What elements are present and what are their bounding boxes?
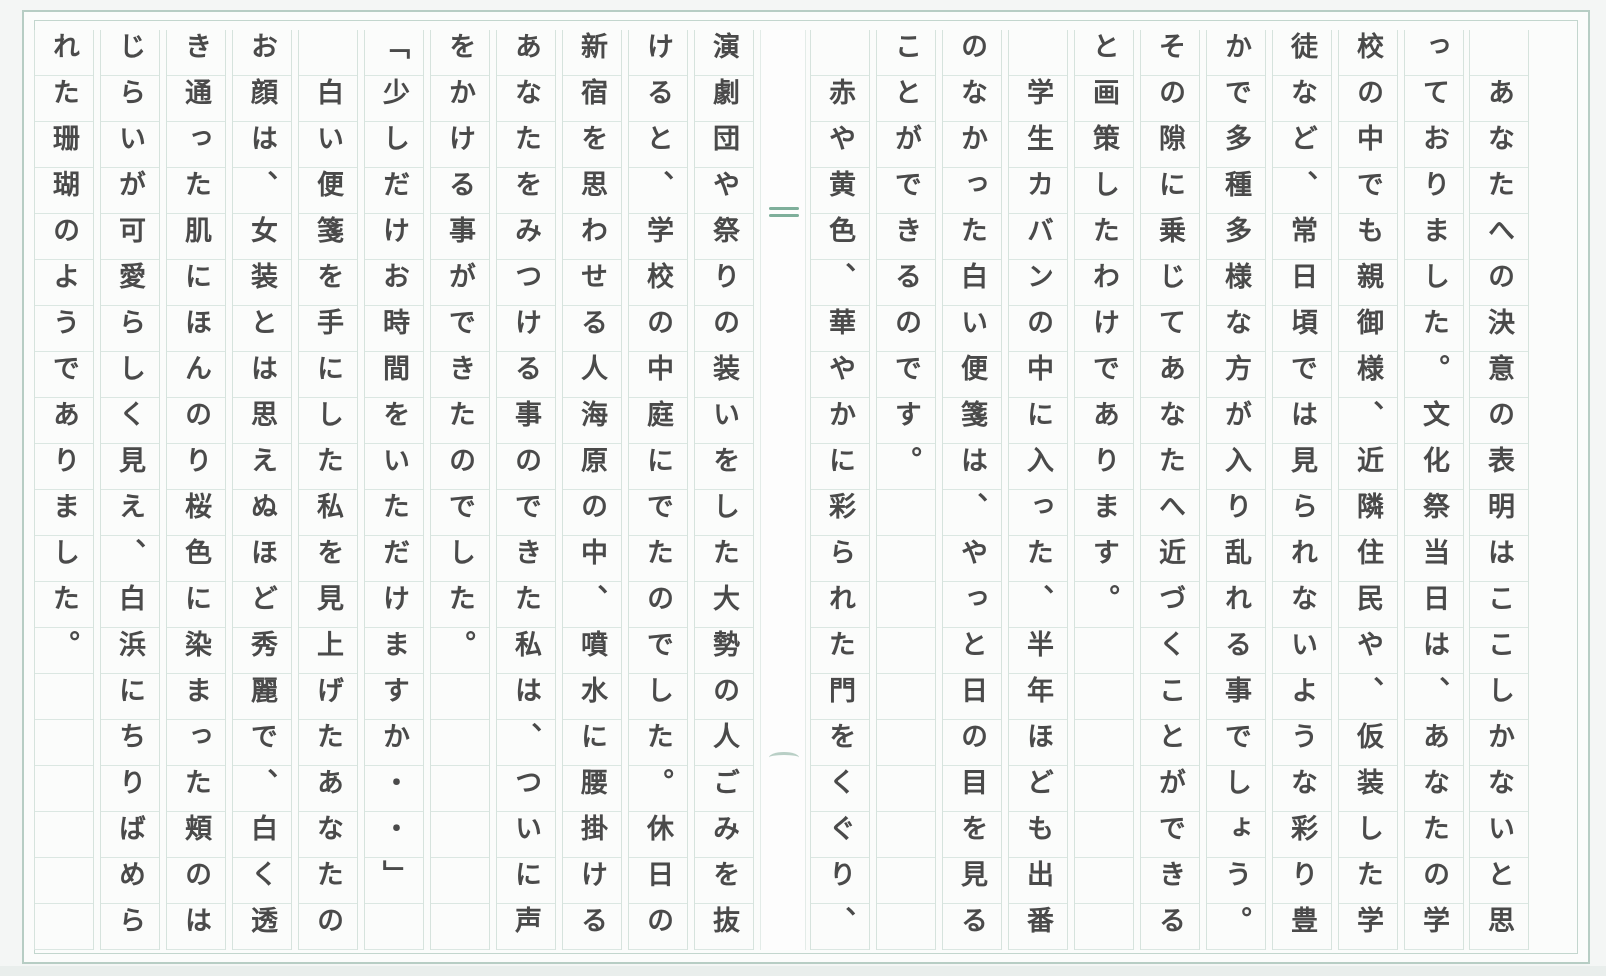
manuscript-paper: あなたへの決意の表明はここしかないと思 っておりました。文化祭当日は、あなたの学… (22, 10, 1590, 964)
column-text: かで多種多様な方が入り乱れる事でしょう。 (1220, 32, 1251, 952)
column-text: 徒など、常日頃では見られないような彩り豊 (1286, 32, 1317, 952)
manuscript-column: っておりました。文化祭当日は、あなたの学 (1404, 30, 1464, 952)
page-shadow (0, 966, 1606, 976)
column-text: 校の中でも親御様、近隣住民や、仮装した学 (1352, 32, 1383, 952)
manuscript-column: のなかった白い便箋は、やっと日の目を見る (942, 30, 1002, 952)
manuscript-column: 赤や黄色、華やかに彩られた門をくぐり、 (810, 30, 870, 952)
manuscript-column: あなたをみつける事のできた私は、ついに声 (496, 30, 556, 952)
column-text: と画策したわけであります。 (1088, 32, 1119, 630)
manuscript-column: 校の中でも親御様、近隣住民や、仮装した学 (1338, 30, 1398, 952)
manuscript-column: 徒など、常日頃では見られないような彩り豊 (1272, 30, 1332, 952)
column-text: 「少しだけお時間をいただけますか・・」 (378, 32, 409, 906)
column-text: 新宿を思わせる人海原の中、噴水に腰掛ける (576, 32, 607, 952)
column-text: のなかった白い便箋は、やっと日の目を見る (956, 32, 987, 952)
manuscript-column: 新宿を思わせる人海原の中、噴水に腰掛ける (562, 30, 622, 952)
column-text: 白い便箋を手にした私を見上げたあなたの (312, 32, 343, 952)
column-text: をかける事ができたのでした。 (444, 32, 475, 676)
manuscript-column: をかける事ができたのでした。 (430, 30, 490, 950)
column-text: あなたをみつける事のできた私は、ついに声 (510, 32, 541, 952)
column-text: き通った肌にほんのり桜色に染まった頬のは (180, 32, 211, 952)
column-text: お顔は、女装とは思えぬほど秀麗で、白く透 (246, 32, 277, 952)
manuscript-column: き通った肌にほんのり桜色に染まった頬のは (166, 30, 226, 952)
manuscript-column: その隙に乗じてあなたへ近づくことができる (1140, 30, 1200, 952)
manuscript-column: 演劇団や祭りの装いをした大勢の人ごみを抜 (694, 30, 754, 952)
column-text: あなたへの決意の表明はここしかないと思 (1483, 32, 1514, 952)
manuscript-column: お顔は、女装とは思えぬほど秀麗で、白く透 (232, 30, 292, 952)
manuscript-column: ことができるのです。 (876, 30, 936, 950)
manuscript-column: れた珊瑚のようでありました。 (34, 30, 94, 950)
manuscript-column: けると、学校の中庭にでたのでした。休日の (628, 30, 688, 952)
column-text: けると、学校の中庭にでたのでした。休日の (642, 32, 673, 952)
column-text: 演劇団や祭りの装いをした大勢の人ごみを抜 (708, 32, 739, 952)
column-text: れた珊瑚のようでありました。 (48, 32, 79, 676)
column-text: 赤や黄色、華やかに彩られた門をくぐり、 (824, 32, 855, 952)
fold-mark (769, 214, 799, 217)
manuscript-column: かで多種多様な方が入り乱れる事でしょう。 (1206, 30, 1266, 952)
column-text: ことができるのです。 (890, 32, 921, 492)
column-text: その隙に乗じてあなたへ近づくことができる (1154, 32, 1185, 952)
fold-mark (769, 207, 799, 210)
manuscript-column: あなたへの決意の表明はここしかないと思 (1469, 30, 1529, 952)
column-text: 学生カバンの中に入った、半年ほども出番 (1022, 32, 1053, 952)
manuscript-column: 「少しだけお時間をいただけますか・・」 (364, 30, 424, 950)
page-fold (760, 30, 806, 950)
manuscript-column: と画策したわけであります。 (1074, 30, 1134, 950)
manuscript-column: 学生カバンの中に入った、半年ほども出番 (1008, 30, 1068, 952)
manuscript-column: じらいが可愛らしく見え、白浜にちりばめら (100, 30, 160, 952)
column-text: じらいが可愛らしく見え、白浜にちりばめら (114, 32, 145, 952)
fold-arc (769, 752, 799, 763)
column-text: っておりました。文化祭当日は、あなたの学 (1418, 32, 1449, 952)
manuscript-column: 白い便箋を手にした私を見上げたあなたの (298, 30, 358, 952)
